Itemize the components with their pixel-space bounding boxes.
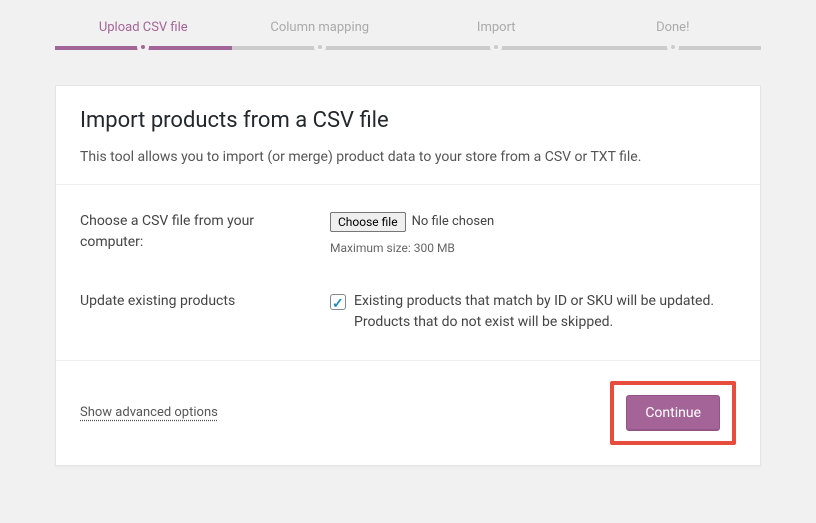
- step-done: Done!: [585, 20, 762, 57]
- update-description: Existing products that match by ID or SK…: [354, 291, 736, 334]
- choose-file-button[interactable]: Choose file: [330, 212, 406, 232]
- card-header: Import products from a CSV file This too…: [56, 86, 760, 184]
- card-body: Choose a CSV file from your computer: Ch…: [56, 184, 760, 360]
- file-row: Choose a CSV file from your computer: Ch…: [56, 195, 760, 275]
- page-title: Import products from a CSV file: [80, 108, 736, 133]
- step-upload: Upload CSV file: [55, 20, 232, 57]
- show-advanced-link[interactable]: Show advanced options: [80, 405, 218, 420]
- step-import: Import: [408, 20, 585, 57]
- update-label: Update existing products: [80, 291, 330, 334]
- step-dot-icon: [667, 41, 679, 53]
- step-dot-icon: [137, 41, 149, 53]
- page-description: This tool allows you to import (or merge…: [80, 147, 736, 168]
- continue-button[interactable]: Continue: [626, 395, 720, 431]
- update-existing-checkbox[interactable]: [330, 294, 346, 310]
- step-mapping: Column mapping: [232, 20, 409, 57]
- progress-stepper: Upload CSV file Column mapping Import Do…: [55, 20, 761, 85]
- import-card: Import products from a CSV file This too…: [55, 85, 761, 466]
- update-row: Update existing products Existing produc…: [56, 275, 760, 350]
- step-dot-icon: [490, 41, 502, 53]
- continue-highlight: Continue: [610, 381, 736, 445]
- file-size-hint: Maximum size: 300 MB: [330, 239, 736, 258]
- step-dot-icon: [314, 41, 326, 53]
- file-label: Choose a CSV file from your computer:: [80, 211, 330, 259]
- card-footer: Show advanced options Continue: [56, 360, 760, 465]
- file-status: No file chosen: [412, 212, 495, 233]
